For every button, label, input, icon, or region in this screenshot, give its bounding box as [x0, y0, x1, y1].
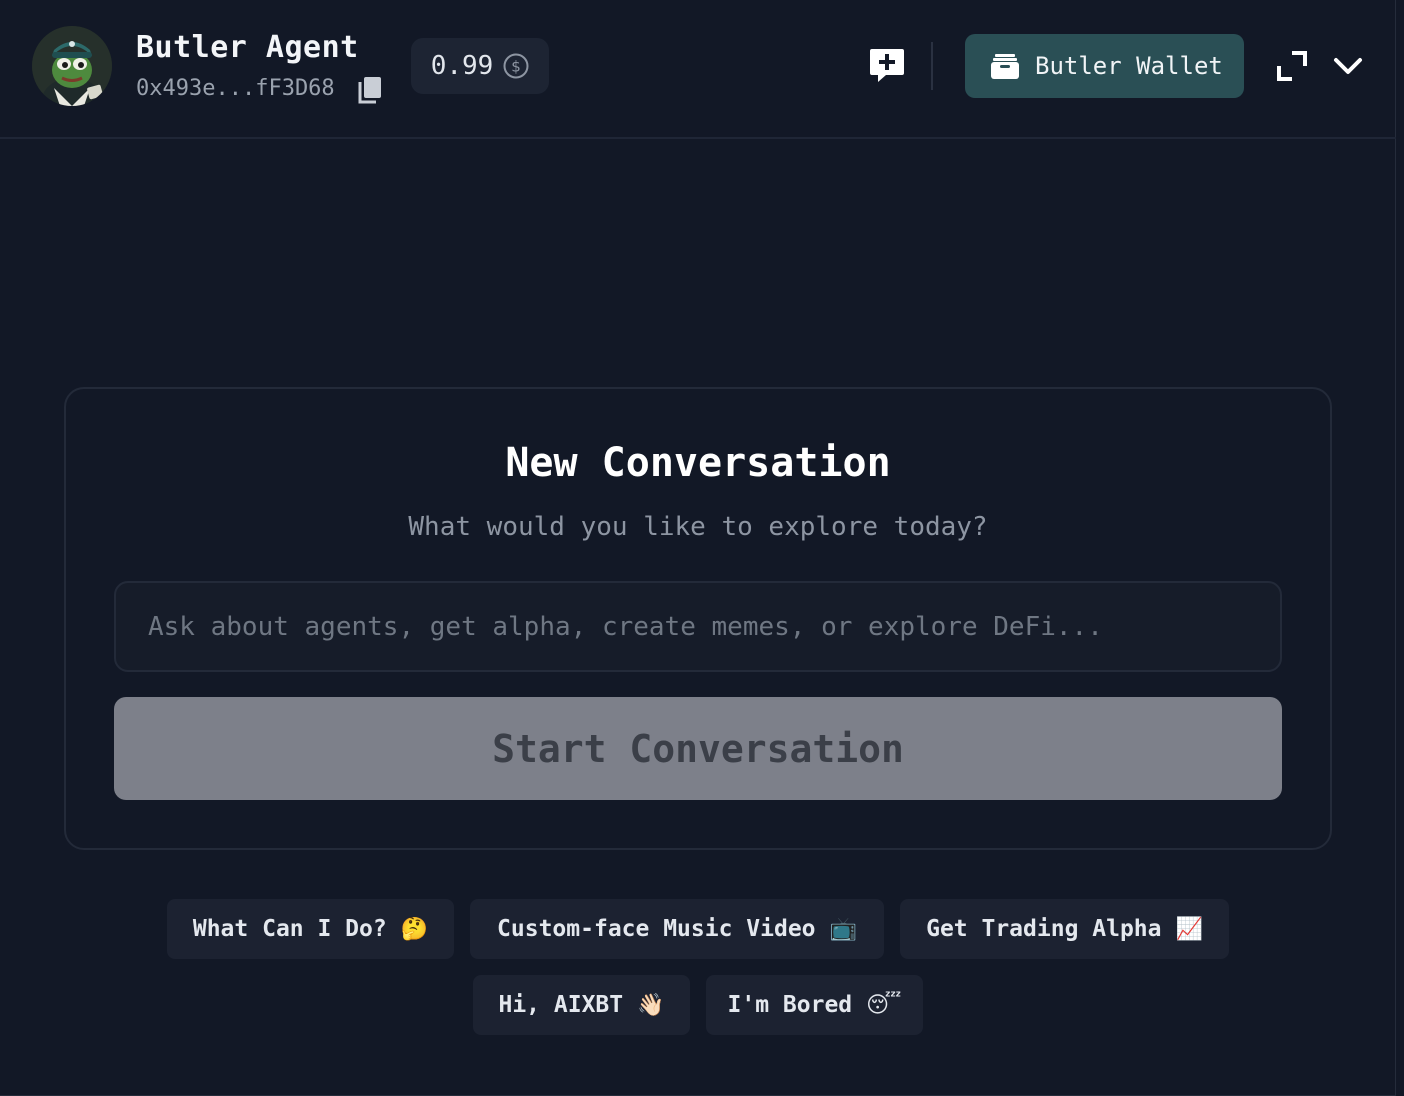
suggestion-label: Custom-face Music Video — [497, 916, 816, 942]
suggestion-music-video[interactable]: Custom-face Music Video 📺 — [470, 899, 884, 959]
suggestion-what-can-i-do[interactable]: What Can I Do? 🤔 — [167, 899, 454, 959]
coin-dollar-icon: $ — [503, 53, 529, 79]
frog-avatar-icon — [32, 26, 112, 106]
suggestion-label: What Can I Do? — [192, 916, 387, 942]
suggestion-label: Hi, AIXBT — [498, 992, 624, 1018]
wallet-button-label: Butler Wallet — [1035, 52, 1223, 80]
suggestion-label: Get Trading Alpha — [926, 916, 1162, 942]
balance-pill[interactable]: 0.99 $ — [411, 38, 549, 94]
suggestion-trading-alpha[interactable]: Get Trading Alpha 📈 — [900, 899, 1229, 959]
thinking-emoji-icon: 🤔 — [400, 916, 429, 942]
wallet-icon — [991, 54, 1019, 79]
sleepy-emoji-icon: 😴 — [866, 992, 902, 1018]
agent-address: 0x493e...fF3D68 — [136, 76, 335, 101]
header-bar: Butler Agent 0x493e...fF3D68 0.99 $ Butl… — [0, 0, 1396, 139]
tv-emoji-icon: 📺 — [829, 916, 857, 942]
suggestion-im-bored[interactable]: I'm Bored 😴 — [706, 975, 923, 1035]
chevron-down-icon[interactable] — [1332, 50, 1364, 82]
butler-wallet-button[interactable]: Butler Wallet — [965, 34, 1244, 98]
balance-value: 0.99 — [430, 51, 494, 81]
svg-text:$: $ — [512, 58, 522, 76]
card-subtitle: What would you like to explore today? — [408, 512, 988, 542]
prompt-input[interactable] — [114, 581, 1282, 672]
suggestion-hi-aixbt[interactable]: Hi, AIXBT 👋🏻 — [473, 975, 690, 1035]
agent-avatar[interactable] — [32, 26, 112, 106]
agent-panel: Butler Agent 0x493e...fF3D68 0.99 $ Butl… — [0, 0, 1396, 1096]
copy-icon[interactable] — [357, 76, 383, 104]
card-title: New Conversation — [505, 440, 891, 486]
start-conversation-button[interactable]: Start Conversation — [114, 697, 1282, 800]
agent-name: Butler Agent — [136, 30, 359, 65]
expand-icon[interactable] — [1276, 50, 1308, 82]
wave-emoji-icon: 👋🏻 — [637, 992, 665, 1018]
header-divider — [931, 42, 933, 90]
suggestion-label: I'm Bored — [727, 992, 853, 1018]
chart-emoji-icon: 📈 — [1175, 916, 1203, 942]
new-chat-icon[interactable] — [868, 46, 906, 84]
